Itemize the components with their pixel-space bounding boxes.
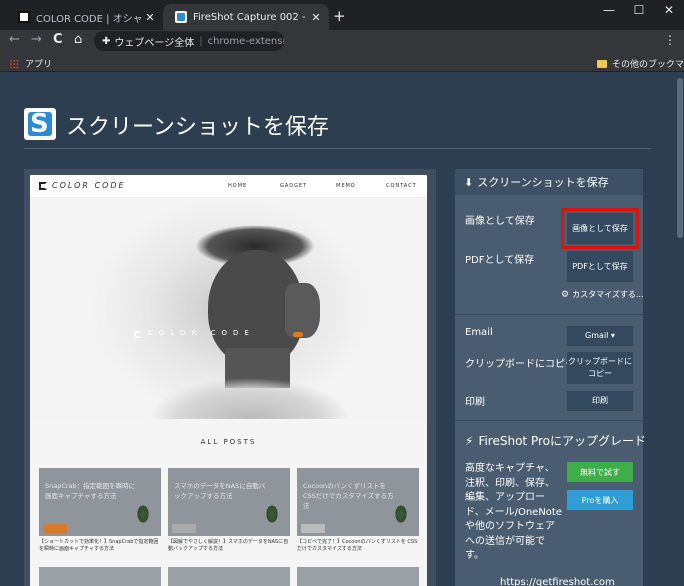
- tab-fireshot-capture[interactable]: FireShot Capture 002 - COLOR CODE ✕: [163, 4, 329, 30]
- post-card: Cocoonのパンくずリストを CSSだけでカスタマイズする方法 【コピペで完了…: [297, 468, 419, 553]
- post-card-partial: [297, 567, 419, 586]
- thumb-tag: [301, 524, 325, 533]
- bookmarks-bar: アプリ その他のブックマーク: [0, 52, 684, 72]
- save-pdf-button[interactable]: PDFとして保存: [567, 251, 633, 282]
- browser-menu-button[interactable]: ⋮: [664, 33, 676, 47]
- thumb-text: スマホのデータをNASに自動バックアップする方法: [174, 482, 266, 500]
- omnibox-separator: |: [199, 35, 203, 47]
- print-button[interactable]: 印刷: [567, 391, 633, 411]
- post-caption: 【図解でやさしく解説！】スマホのデータをNASに自動バックアップする方法: [168, 539, 289, 552]
- thumb-text: SnapCrab：指定範囲を瞬時に画面キャプチャする方法: [45, 482, 136, 500]
- extension-puzzle-icon: ✚: [102, 35, 111, 47]
- maximize-button[interactable]: ☐: [624, 3, 654, 17]
- panel-header-title: スクリーンショットを保存: [477, 176, 609, 189]
- apps-grid-icon: [9, 58, 19, 69]
- minimize-button[interactable]: —: [594, 3, 624, 17]
- plant-icon: [264, 504, 280, 532]
- tab-close-icon[interactable]: ✕: [309, 11, 323, 24]
- preview-menu-memo: MEMO: [336, 183, 356, 189]
- forward-button[interactable]: →: [31, 32, 42, 47]
- hero-face: [285, 283, 320, 338]
- fireshot-favicon-icon: [175, 11, 187, 23]
- customize-label: カスタマイズする...: [572, 290, 644, 299]
- plant-icon: [393, 504, 409, 532]
- hero-body: [150, 378, 350, 419]
- thumb-tag: [43, 524, 67, 533]
- clipboard-button[interactable]: クリップボードにコピー: [567, 352, 633, 384]
- screenshot-preview: COLOR CODE HOME GADGET MEMO CONTACT COLO…: [30, 175, 427, 586]
- bookmark-apps[interactable]: アプリ: [9, 57, 52, 70]
- window-close-button[interactable]: ✕: [654, 3, 684, 17]
- post-thumbnail: Cocoonのパンくずリストを CSSだけでカスタマイズする方法: [297, 468, 419, 536]
- panel-divider: [455, 420, 643, 421]
- preview-menu-home: HOME: [228, 183, 248, 189]
- back-button[interactable]: ←: [9, 32, 20, 47]
- upgrade-heading: ⚡ FireShot Proにアップグレード: [465, 432, 646, 449]
- buy-pro-button[interactable]: Proを購入: [567, 490, 633, 510]
- color-code-logo-icon: [39, 182, 47, 190]
- save-pdf-label: PDFとして保存: [465, 255, 535, 266]
- post-card: スマホのデータをNASに自動バックアップする方法 【図解でやさしく解説！】スマホ…: [168, 468, 290, 553]
- tab-color-code[interactable]: COLOR CODE | オシャレなもの好きの ✕: [6, 4, 163, 30]
- highlight-box: [561, 208, 639, 249]
- omnibox-label: ウェブページ全体: [114, 37, 195, 49]
- home-button[interactable]: ⌂: [74, 32, 82, 47]
- omnibox-url: chrome-extension:/...: [207, 35, 284, 47]
- folder-icon: [597, 59, 607, 68]
- thumb-text: Cocoonのパンくずリストを CSSだけでカスタマイズする方法: [303, 482, 394, 510]
- plant-icon: [135, 504, 151, 532]
- clipboard-label: クリップボードにコピー: [465, 359, 575, 370]
- panel-divider: [455, 314, 643, 315]
- save-image-label: 画像として保存: [465, 216, 535, 227]
- free-trial-button[interactable]: 無料で試す: [567, 462, 633, 482]
- post-card-partial: [39, 567, 161, 586]
- preview-hero-image: COLOR CODE: [30, 198, 427, 419]
- thumb-tag: [172, 524, 196, 533]
- page-title: スクリーンショットを保存: [66, 115, 329, 140]
- color-code-favicon-icon: [18, 11, 30, 23]
- reload-button[interactable]: C: [53, 32, 63, 47]
- hero-lips: [293, 332, 303, 337]
- gear-icon: ⚙: [561, 289, 570, 300]
- post-thumbnail: SnapCrab：指定範囲を瞬時に画面キャプチャする方法: [39, 468, 161, 536]
- gmail-dropdown-button[interactable]: Gmail ▾: [567, 326, 633, 346]
- bookmark-other[interactable]: その他のブックマーク: [597, 57, 684, 70]
- preview-menu-contact: CONTACT: [386, 183, 417, 189]
- upgrade-title: FireShot Proにアップグレード: [478, 434, 646, 448]
- fireshot-logo-icon: [24, 108, 56, 140]
- address-bar[interactable]: ✚ ウェブページ全体 | chrome-extension:/...: [94, 31, 284, 51]
- post-card: SnapCrab：指定範囲を瞬時に画面キャプチャする方法 【ショートカットで効率…: [39, 468, 161, 553]
- customize-link[interactable]: ⚙ カスタマイズする...: [561, 289, 643, 300]
- title-divider: [24, 148, 651, 149]
- preview-posts: ALL POSTS SnapCrab：指定範囲を瞬時に画面キャプチャする方法 【…: [30, 419, 427, 586]
- bookmark-apps-label: アプリ: [25, 60, 53, 70]
- post-caption: 【コピペで完了！】Cocoonのパンくずリストを CSSだけでカスタマイズする方…: [297, 539, 418, 552]
- scrollbar-thumb[interactable]: [677, 78, 683, 238]
- preview-brand: COLOR CODE: [52, 181, 126, 190]
- panel-header: ⬇ スクリーンショットを保存: [455, 169, 643, 195]
- post-caption: 【ショートカットで効率化！】SnapCrabで指定範囲を瞬時に画面キャプチャする…: [39, 539, 159, 552]
- fireshot-site-link[interactable]: https://getfireshot.com: [500, 577, 615, 586]
- tab-close-icon[interactable]: ✕: [143, 11, 157, 24]
- post-card-partial: [168, 567, 290, 586]
- tab-title: COLOR CODE | オシャレなもの好きの: [36, 13, 143, 25]
- lightning-icon: ⚡: [465, 433, 474, 448]
- new-tab-button[interactable]: +: [333, 7, 346, 25]
- pro-features-text: 高度なキャプチャ、注釈、印刷、保存、編集、アップロード、メール/OneNoteや…: [465, 463, 563, 561]
- download-icon: ⬇: [464, 175, 474, 189]
- preview-menu-gadget: GADGET: [280, 183, 308, 189]
- hero-logo-icon: [134, 331, 141, 338]
- email-label: Email: [465, 327, 493, 338]
- print-label: 印刷: [465, 397, 485, 408]
- hero-text: COLOR CODE: [148, 329, 255, 337]
- tab-bar: COLOR CODE | オシャレなもの好きの ✕ FireShot Captu…: [0, 0, 684, 30]
- all-posts-heading: ALL POSTS: [200, 438, 257, 446]
- preview-nav: COLOR CODE HOME GADGET MEMO CONTACT: [30, 175, 427, 198]
- bookmark-other-label: その他のブックマーク: [612, 60, 684, 70]
- post-thumbnail: スマホのデータをNASに自動バックアップする方法: [168, 468, 290, 536]
- tab-title: FireShot Capture 002 - COLOR CODE: [193, 11, 309, 23]
- browser-toolbar: ← → C ⌂ ✚ ウェブページ全体 | chrome-extension:/.…: [0, 30, 684, 52]
